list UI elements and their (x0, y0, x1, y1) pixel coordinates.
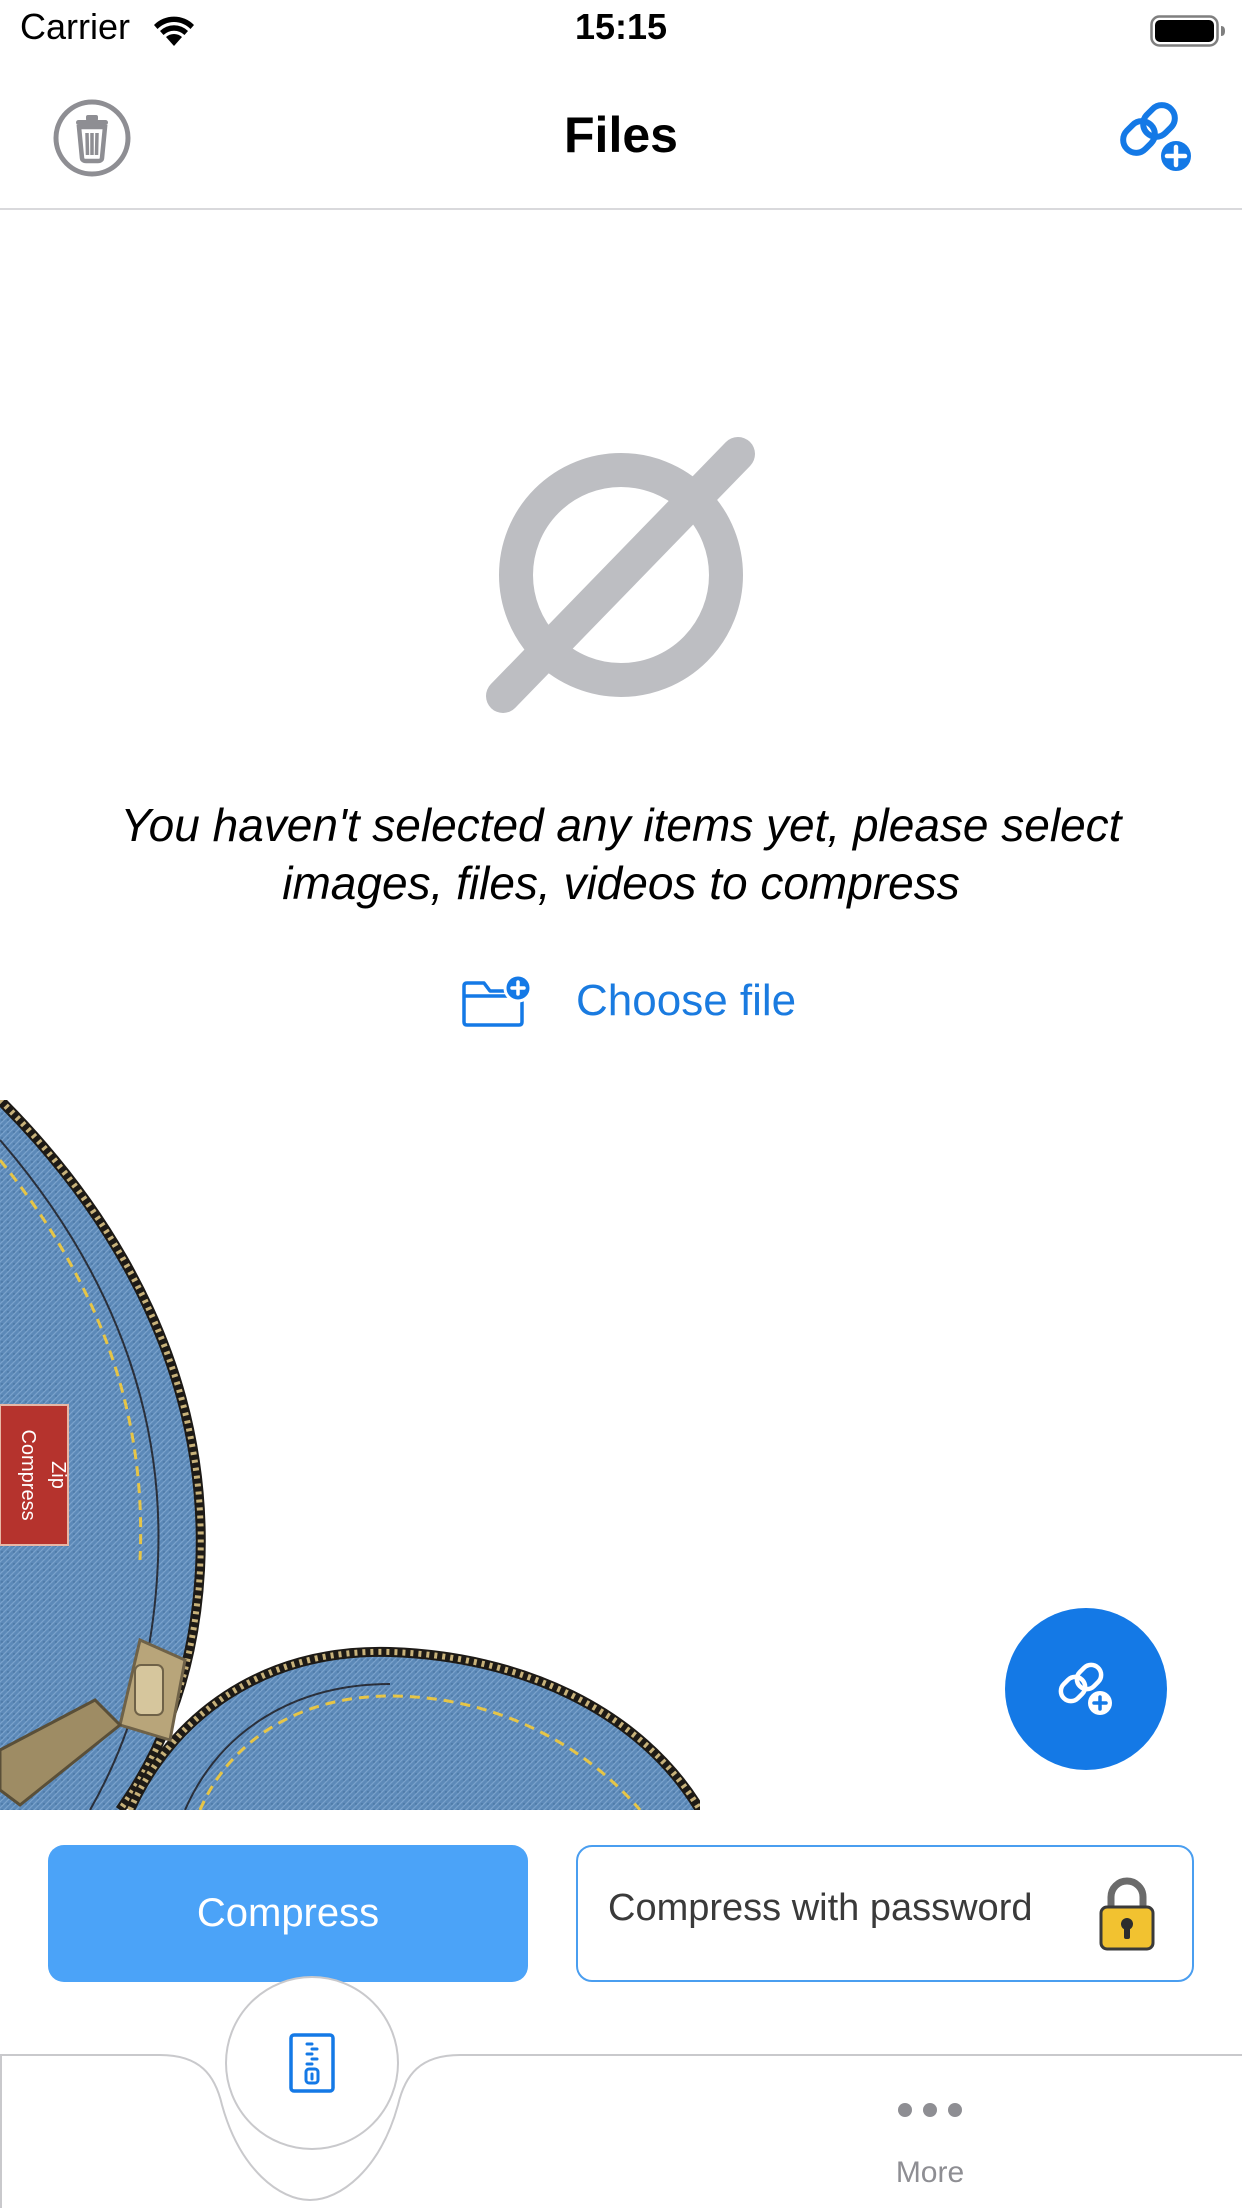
page-title: Files (564, 107, 678, 163)
link-add-icon (1058, 1662, 1112, 1715)
link-add-icon[interactable] (1112, 94, 1198, 180)
svg-text:Compress: Compress (17, 1429, 39, 1520)
battery-icon (1150, 15, 1225, 47)
status-bar: Carrier 15:15 (0, 0, 1242, 62)
lock-icon (1099, 1877, 1155, 1951)
more-icon (898, 2103, 962, 2117)
tab-compress-center-button[interactable] (225, 1976, 399, 2150)
empty-set-icon (486, 437, 755, 713)
choose-file-label: Choose file (576, 976, 797, 1025)
navigation-bar: Files (0, 62, 1242, 210)
empty-state-message: You haven't selected any items yet, plea… (120, 799, 1122, 909)
screen: Carrier 15:15 Files You haven't selected… (0, 0, 1242, 2208)
compress-with-password-label: Compress with password (608, 1887, 1033, 1929)
compress-with-password-button[interactable]: Compress with password (576, 1845, 1194, 1982)
choose-file-button[interactable]: Choose file (460, 966, 796, 1036)
tab-more[interactable]: More (880, 2100, 980, 2190)
status-time: 15:15 (574, 6, 668, 47)
svg-text:Zip: Zip (47, 1461, 69, 1489)
tab-bar (0, 2054, 1242, 2208)
tab-more-label: More (895, 2156, 965, 2189)
denim-zipper-illustration: Zip Compress (0, 1100, 700, 1810)
folder-add-icon (462, 974, 532, 1027)
tab-bar-background (0, 2054, 1242, 2208)
add-link-fab[interactable] (1005, 1608, 1167, 1770)
zip-file-icon (289, 2033, 335, 2093)
compress-button[interactable]: Compress (48, 1845, 528, 1982)
